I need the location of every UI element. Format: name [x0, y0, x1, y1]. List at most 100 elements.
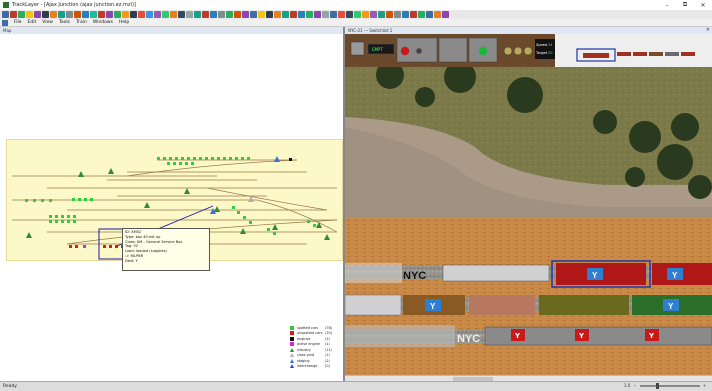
zoom-out-button[interactable]: − — [633, 383, 636, 388]
triangle-marker-icon — [290, 364, 294, 369]
menu-help[interactable]: Help — [119, 20, 129, 25]
toolbar-button-icon[interactable] — [98, 11, 105, 18]
toolbar-button-icon[interactable] — [274, 11, 281, 18]
document-icon — [2, 19, 8, 26]
toolbar-button-icon[interactable] — [354, 11, 361, 18]
tooltip-dest: Dest: Y — [125, 258, 138, 263]
cab-control-strip: EMPT Speed 24 Target 20 — [345, 34, 712, 67]
triangle-marker-icon — [290, 358, 294, 363]
gray-knob-icon[interactable] — [416, 48, 422, 54]
toolbar-button-icon[interactable] — [146, 11, 153, 18]
legend-item: interchange (0) — [290, 364, 342, 370]
legend-count: (1) — [325, 342, 330, 347]
toolbar-button-icon[interactable] — [266, 11, 273, 18]
horn-button-icon[interactable] — [503, 46, 513, 56]
maximize-button[interactable]: ⧉ — [676, 0, 694, 10]
brake-button-icon[interactable] — [523, 46, 533, 56]
hopper-car[interactable] — [539, 295, 629, 315]
minimize-button[interactable]: – — [658, 0, 676, 10]
cab-view-title: NYC-21 --- Switchlist 1 — [348, 28, 393, 33]
toolbar-button-icon[interactable] — [218, 11, 225, 18]
toolbar-button-icon[interactable] — [114, 11, 121, 18]
toolbar-button-icon[interactable] — [338, 11, 345, 18]
toolbar-button-icon[interactable] — [130, 11, 137, 18]
close-button[interactable]: ✕ — [694, 0, 712, 10]
toolbar-button-icon[interactable] — [442, 11, 449, 18]
speed-label: Speed — [536, 43, 547, 47]
bell-button-icon[interactable] — [513, 46, 523, 56]
status-text: Ready — [3, 384, 17, 389]
toolbar-button-icon[interactable] — [330, 11, 337, 18]
menu-windows[interactable]: Windows — [93, 20, 113, 25]
toolbar-button-icon[interactable] — [410, 11, 417, 18]
map-pane-header: Map — [0, 27, 343, 34]
toolbar-button-icon[interactable] — [402, 11, 409, 18]
map-pane-title: Map — [3, 28, 12, 33]
3d-view[interactable]: NYC Y Y Y Y NYC Y Y Y — [345, 67, 712, 375]
toolbar-button-icon[interactable] — [258, 11, 265, 18]
toolbar-button-icon[interactable] — [154, 11, 161, 18]
toolbar-button-icon[interactable] — [298, 11, 305, 18]
toolbar-button-icon[interactable] — [194, 11, 201, 18]
toolbar-button-icon[interactable] — [306, 11, 313, 18]
toolbar-button-icon[interactable] — [178, 11, 185, 18]
toolbar-button-icon[interactable] — [18, 11, 25, 18]
toolbar-button-icon[interactable] — [282, 11, 289, 18]
toolbar-button-icon[interactable] — [106, 11, 113, 18]
toolbar-button-icon[interactable] — [418, 11, 425, 18]
toolbar-button-icon[interactable] — [74, 11, 81, 18]
legend-label: interchange — [297, 364, 318, 369]
toolbar-button-icon[interactable] — [210, 11, 217, 18]
toolbar-button-icon[interactable] — [186, 11, 193, 18]
throttle-panel[interactable] — [438, 37, 468, 63]
toolbar-button-icon[interactable] — [434, 11, 441, 18]
toolbar-button-icon[interactable] — [138, 11, 145, 18]
toolbar-button-icon[interactable] — [2, 11, 9, 18]
toolbar-button-icon[interactable] — [162, 11, 169, 18]
toolbar-button-icon[interactable] — [26, 11, 33, 18]
cab-button[interactable] — [350, 41, 365, 56]
toolbar-button-icon[interactable] — [42, 11, 49, 18]
app-icon — [3, 2, 9, 8]
close-icon[interactable]: ✕ — [706, 27, 710, 33]
toolbar-button-icon[interactable] — [242, 11, 249, 18]
y-marker-1: Y — [592, 271, 598, 280]
toolbar-button-icon[interactable] — [170, 11, 177, 18]
toolbar-button-icon[interactable] — [394, 11, 401, 18]
menu-file[interactable]: File — [14, 20, 22, 25]
menu-view[interactable]: View — [42, 20, 53, 25]
red-signal-icon — [400, 46, 410, 56]
menu-edit[interactable]: Edit — [28, 20, 37, 25]
toolbar-button-icon[interactable] — [202, 11, 209, 18]
toolbar-button-icon[interactable] — [10, 11, 17, 18]
toolbar-button-icon[interactable] — [314, 11, 321, 18]
legend-count: (20) — [325, 331, 332, 336]
toolbar-button-icon[interactable] — [322, 11, 329, 18]
covered-hopper[interactable] — [469, 295, 535, 315]
toolbar-button-icon[interactable] — [50, 11, 57, 18]
toolbar-button-icon[interactable] — [290, 11, 297, 18]
toolbar-button-icon[interactable] — [386, 11, 393, 18]
toolbar-button-icon[interactable] — [58, 11, 65, 18]
toolbar-button-icon[interactable] — [378, 11, 385, 18]
zoom-slider-knob[interactable] — [655, 382, 659, 389]
toolbar-button-icon[interactable] — [226, 11, 233, 18]
toolbar-button-icon[interactable] — [122, 11, 129, 18]
zoom-in-button[interactable]: + — [703, 383, 706, 388]
legend-label: industry — [297, 347, 311, 352]
toolbar-button-icon[interactable] — [426, 11, 433, 18]
toolbar-button-icon[interactable] — [370, 11, 377, 18]
toolbar-button-icon[interactable] — [90, 11, 97, 18]
toolbar-button-icon[interactable] — [362, 11, 369, 18]
zoom-slider[interactable] — [639, 382, 700, 389]
menu-train[interactable]: Train — [76, 20, 87, 25]
toolbar-button-icon[interactable] — [82, 11, 89, 18]
toolbar-button-icon[interactable] — [234, 11, 241, 18]
toolbar-button-icon[interactable] — [66, 11, 73, 18]
train-minimap[interactable] — [555, 34, 712, 67]
toolbar-button-icon[interactable] — [346, 11, 353, 18]
toolbar-button-icon[interactable] — [250, 11, 257, 18]
toolbar-button-icon[interactable] — [34, 11, 41, 18]
menu-tools[interactable]: Tools — [59, 20, 70, 25]
digital-readout-text: EMPT — [372, 47, 383, 53]
